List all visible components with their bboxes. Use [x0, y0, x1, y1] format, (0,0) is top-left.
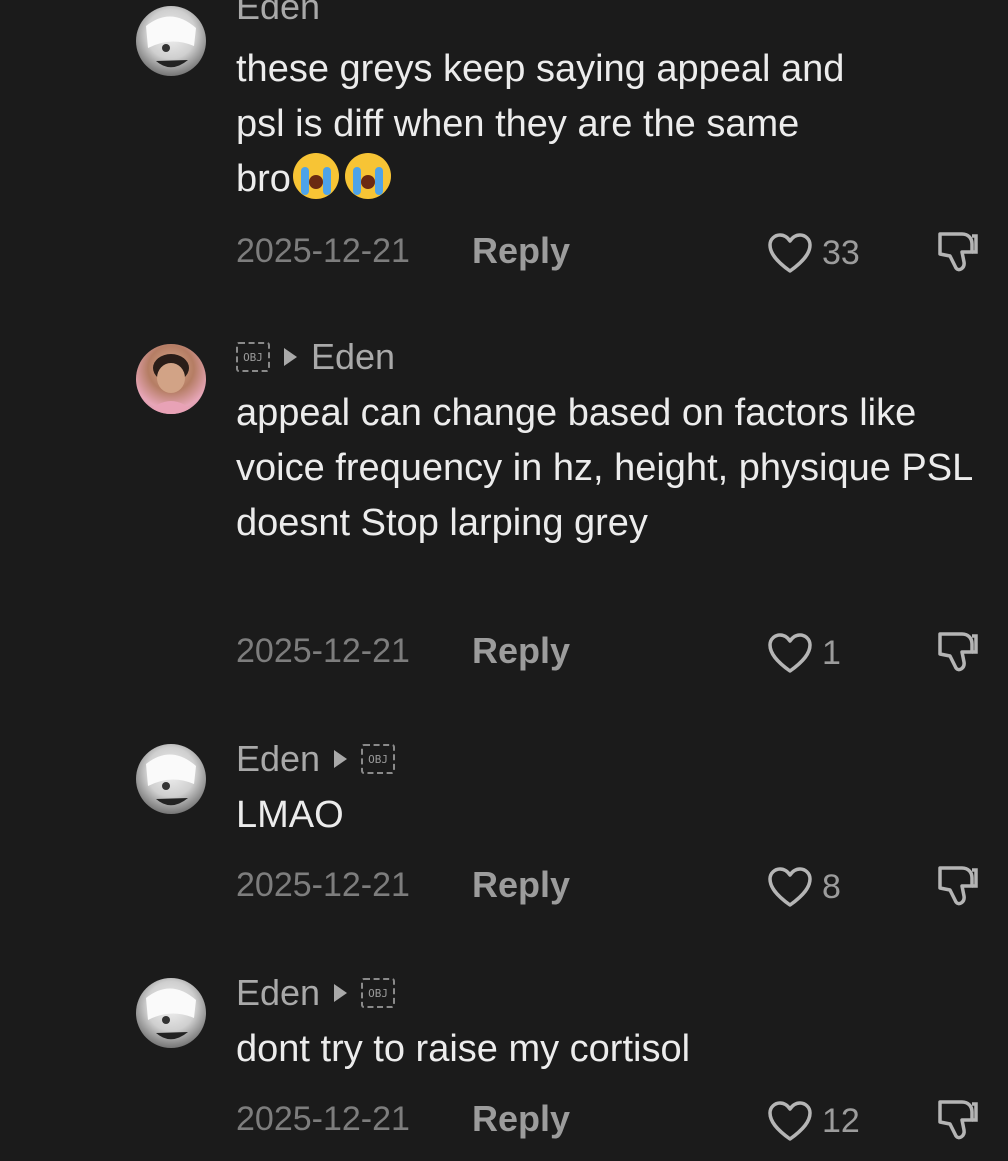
heart-icon	[768, 233, 812, 273]
reply-button[interactable]: Reply	[472, 226, 570, 276]
obj-placeholder-icon: OBJ	[236, 342, 270, 372]
comment-meta: 2025-12-21 Reply 8	[236, 860, 1008, 910]
reply-arrow-icon	[284, 348, 297, 366]
avatar[interactable]	[136, 6, 206, 76]
comment-author[interactable]: Eden	[236, 0, 320, 28]
like-button[interactable]: 12	[766, 1099, 860, 1143]
like-count: 1	[822, 633, 841, 672]
comment-author[interactable]: Eden OBJ	[236, 738, 396, 780]
like-count: 33	[822, 233, 860, 272]
comment-date: 2025-12-21	[236, 632, 410, 670]
author-name: Eden	[236, 0, 321, 27]
heart-icon	[768, 867, 812, 907]
comment-text: these greys keep saying appeal and psl i…	[236, 42, 986, 207]
like-button[interactable]: 33	[766, 231, 860, 275]
reply-to-name: Eden	[311, 336, 396, 377]
avatar[interactable]	[136, 344, 206, 414]
avatar[interactable]	[136, 978, 206, 1048]
comment-meta: 2025-12-21 Reply 1	[236, 626, 1008, 676]
comment-line-text: bro	[236, 158, 291, 200]
comment-date: 2025-12-21	[236, 232, 410, 270]
comment-line: psl is diff when they are the same	[236, 103, 800, 145]
thumbs-down-icon[interactable]	[932, 228, 982, 274]
heart-icon	[768, 1101, 812, 1141]
reply-arrow-icon	[334, 750, 348, 768]
thumbs-down-icon[interactable]	[932, 628, 982, 674]
like-button[interactable]: 1	[766, 631, 841, 675]
comment-text: dont try to raise my cortisol	[236, 1028, 691, 1070]
crying-face-emoji-icon	[344, 153, 391, 199]
reply-button[interactable]: Reply	[472, 860, 570, 910]
comment-meta: 2025-12-21 Reply 12	[236, 1094, 1008, 1144]
comment-line: bro	[236, 152, 986, 207]
reply-button[interactable]: Reply	[472, 626, 570, 676]
comment-author[interactable]: OBJ Eden	[236, 336, 395, 378]
obj-placeholder-icon: OBJ	[361, 978, 396, 1008]
obj-placeholder-icon: OBJ	[361, 744, 396, 774]
like-button[interactable]: 8	[766, 865, 841, 909]
comment-text: LMAO	[236, 794, 344, 836]
comment-date: 2025-12-21	[236, 866, 410, 904]
comment-meta: 2025-12-21 Reply 33	[236, 226, 1008, 276]
like-count: 12	[822, 1101, 860, 1140]
comment-line: these greys keep saying appeal and	[236, 48, 845, 90]
like-count: 8	[822, 867, 841, 906]
author-name: Eden	[236, 738, 321, 779]
comment-date: 2025-12-21	[236, 1100, 410, 1138]
reply-button[interactable]: Reply	[472, 1094, 570, 1144]
author-name: Eden	[236, 972, 321, 1013]
reply-arrow-icon	[334, 984, 348, 1002]
comment-text: appeal can change based on factors like …	[236, 392, 972, 544]
avatar[interactable]	[136, 744, 206, 814]
thumbs-down-icon[interactable]	[932, 862, 982, 908]
heart-icon	[768, 633, 812, 673]
crying-face-emoji-icon	[292, 153, 339, 199]
comment-author[interactable]: Eden OBJ	[236, 972, 396, 1014]
thumbs-down-icon[interactable]	[932, 1096, 982, 1142]
